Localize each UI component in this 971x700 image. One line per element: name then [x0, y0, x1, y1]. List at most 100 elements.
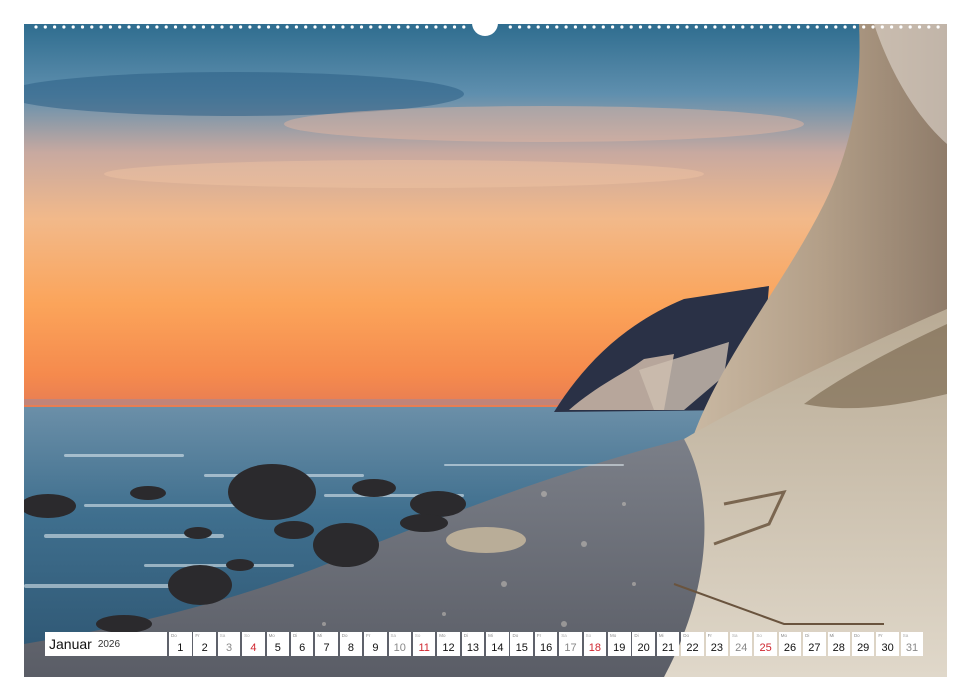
day-number: 3 — [225, 642, 233, 654]
day-weekday: Fr — [195, 633, 200, 638]
day-cell: Mo 19 — [608, 632, 631, 656]
day-weekday: So — [414, 633, 421, 638]
day-weekday: So — [585, 633, 592, 638]
day-number: 11 — [418, 642, 430, 654]
day-weekday: Sa — [219, 633, 226, 638]
day-cell: Do 15 — [510, 632, 533, 656]
day-cell: Mi 7 — [315, 632, 338, 656]
day-number: 2 — [201, 642, 208, 654]
day-weekday: Sa — [390, 633, 397, 638]
day-number: 22 — [686, 642, 699, 654]
day-cell: Fr 2 — [193, 632, 216, 656]
day-weekday: Fr — [707, 633, 712, 638]
day-cell: Do 22 — [681, 632, 704, 656]
day-number: 27 — [808, 642, 821, 654]
day-weekday: Fr — [366, 633, 371, 638]
day-cell: Mi 14 — [486, 632, 509, 656]
day-cell: So 4 — [242, 632, 265, 656]
day-cell: Sa 31 — [900, 632, 924, 656]
day-number: 28 — [832, 642, 845, 654]
day-number: 10 — [393, 642, 406, 654]
day-cell: So 25 — [754, 632, 777, 656]
day-number: 5 — [274, 642, 281, 654]
day-number: 30 — [881, 642, 894, 654]
day-cell: Do 8 — [339, 632, 363, 656]
day-weekday: So — [244, 633, 250, 638]
day-cell: Fr 16 — [534, 632, 558, 656]
day-weekday: Fr — [878, 633, 883, 638]
day-weekday: Mi — [488, 633, 493, 638]
day-cell: Mi 21 — [656, 632, 680, 656]
day-number: 14 — [491, 642, 504, 654]
day-cell: Do 1 — [169, 632, 192, 656]
month-year: 2026 — [97, 638, 121, 650]
day-number: 7 — [323, 642, 330, 654]
day-number: 17 — [564, 642, 577, 654]
calendar-bar: Januar 2026 Do 1 Fr 2 Sa 3 So 4 Mo 5 Di 6 Mi 7 Do 8 Fr 9 S… — [45, 632, 924, 656]
day-number: 26 — [783, 642, 797, 654]
day-weekday: Do — [171, 633, 177, 638]
day-number: 12 — [442, 642, 455, 654]
day-cell: Fr 30 — [876, 632, 899, 656]
day-weekday: Mo — [780, 633, 788, 638]
day-number: 13 — [466, 642, 480, 654]
day-number: 8 — [347, 642, 355, 654]
coastal-sunset-image — [24, 24, 947, 677]
day-number: 15 — [515, 642, 528, 654]
day-weekday: Sa — [902, 633, 909, 638]
day-cell: So 11 — [412, 632, 436, 656]
day-cell: Fr 23 — [705, 632, 729, 656]
day-weekday: Do — [341, 633, 348, 638]
day-cell: Do 29 — [851, 632, 875, 656]
day-number: 20 — [637, 642, 650, 654]
day-weekday: Do — [512, 633, 519, 638]
month-name: Januar — [49, 636, 92, 652]
day-weekday: Do — [853, 633, 860, 638]
month-label: Januar 2026 — [45, 632, 167, 656]
day-cell: Mo 5 — [266, 632, 290, 656]
day-weekday: Mi — [829, 633, 835, 638]
day-strip: Do 1 Fr 2 Sa 3 So 4 Mo 5 Di 6 Mi 7 Do 8 Fr 9 Sa 10 So 11 Mo 12 D… — [169, 632, 924, 656]
day-cell: Di 13 — [461, 632, 485, 656]
day-number: 31 — [905, 642, 919, 654]
day-cell: Di 6 — [290, 632, 314, 656]
day-weekday: So — [756, 633, 762, 638]
day-weekday: Mi — [658, 633, 664, 638]
day-weekday: Fr — [536, 633, 542, 638]
calendar-photo — [24, 24, 947, 677]
day-cell: So 18 — [583, 632, 607, 656]
day-weekday: Do — [683, 633, 689, 638]
day-weekday: Di — [463, 633, 468, 638]
day-cell: Sa 3 — [217, 632, 241, 656]
day-number: 18 — [588, 642, 602, 654]
day-cell: Fr 9 — [364, 632, 387, 656]
day-weekday: Mi — [317, 633, 323, 638]
day-number: 25 — [759, 642, 772, 654]
day-weekday: Sa — [561, 633, 567, 638]
day-weekday: Di — [292, 633, 298, 638]
day-weekday: Di — [805, 633, 810, 638]
day-number: 23 — [710, 642, 723, 654]
day-number: 21 — [661, 642, 675, 654]
day-cell: Di 27 — [803, 632, 826, 656]
day-weekday: Mo — [268, 633, 275, 638]
day-number: 16 — [539, 642, 553, 654]
day-cell: Sa 24 — [729, 632, 753, 656]
day-weekday: Sa — [731, 633, 738, 638]
day-cell: Sa 10 — [388, 632, 412, 656]
day-number: 4 — [250, 642, 257, 654]
day-cell: Mo 26 — [778, 632, 802, 656]
day-number: 6 — [299, 642, 306, 654]
day-weekday: Di — [634, 633, 639, 638]
day-cell: Di 20 — [632, 632, 655, 656]
day-number: 1 — [177, 642, 184, 654]
day-cell: Mi 28 — [827, 632, 851, 656]
day-weekday: Mo — [610, 633, 617, 638]
day-number: 9 — [372, 642, 379, 654]
day-weekday: Mo — [439, 633, 446, 638]
day-cell: Sa 17 — [559, 632, 582, 656]
day-number: 29 — [857, 642, 870, 654]
day-number: 24 — [735, 642, 748, 654]
day-number: 19 — [613, 642, 626, 654]
day-cell: Mo 12 — [437, 632, 460, 656]
